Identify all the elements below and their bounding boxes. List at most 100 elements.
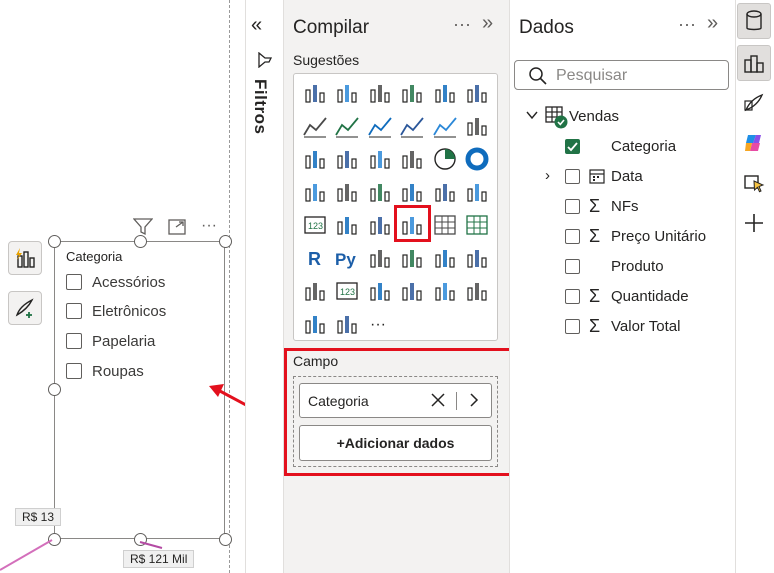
python-visual-icon[interactable]: Py xyxy=(334,245,360,271)
area-chart-icon[interactable] xyxy=(334,113,360,139)
line-column-icon[interactable] xyxy=(432,113,458,139)
more-visuals-icon[interactable] xyxy=(464,278,490,304)
shape-map-icon[interactable] xyxy=(399,179,425,205)
qa-icon[interactable] xyxy=(432,245,458,271)
goals-icon[interactable] xyxy=(302,278,328,304)
more-options-icon[interactable]: ··· xyxy=(453,14,471,35)
field-name[interactable]: Valor Total xyxy=(611,315,681,337)
field-name[interactable]: Preço Unitário xyxy=(611,225,706,247)
stacked-bar-icon[interactable] xyxy=(302,80,328,106)
copilot-button[interactable] xyxy=(737,125,771,161)
resize-handle-bottom-right[interactable] xyxy=(219,533,232,546)
chevron-right-icon[interactable] xyxy=(467,391,481,409)
field-checkbox[interactable] xyxy=(565,319,580,334)
selected-visual-highlight xyxy=(394,205,431,242)
checkbox[interactable] xyxy=(66,274,82,290)
filled-map-icon[interactable] xyxy=(367,179,393,205)
format-icon xyxy=(744,93,764,112)
checkbox[interactable] xyxy=(66,303,82,319)
chevron-right-icon[interactable]: › xyxy=(545,167,550,184)
format-pane-button[interactable] xyxy=(737,85,771,121)
checkbox[interactable] xyxy=(66,363,82,379)
pie-chart-icon[interactable] xyxy=(432,146,458,172)
card-icon[interactable]: 123 xyxy=(302,212,328,238)
filters-label[interactable]: Filtros xyxy=(250,79,270,134)
paginated-report-icon[interactable]: 123 xyxy=(334,278,360,304)
focus-mode-icon[interactable] xyxy=(168,219,186,235)
field-pill-categoria[interactable]: Categoria xyxy=(299,383,492,418)
search-input[interactable]: Pesquisar xyxy=(514,60,729,90)
funnel-icon[interactable] xyxy=(367,146,393,172)
map-icon[interactable] xyxy=(334,179,360,205)
field-checkbox[interactable] xyxy=(565,139,580,154)
ellipsis-icon[interactable]: ··· xyxy=(367,311,393,337)
field-name[interactable]: Categoria xyxy=(611,135,676,157)
slicer-item-roupas[interactable]: Roupas xyxy=(66,361,144,381)
resize-handle-left[interactable] xyxy=(48,383,61,396)
waterfall-icon[interactable] xyxy=(334,146,360,172)
ribbon-combo-icon[interactable] xyxy=(464,113,490,139)
table-name[interactable]: Vendas xyxy=(569,105,619,127)
power-apps-icon[interactable] xyxy=(367,278,393,304)
format-visual-button[interactable] xyxy=(8,291,42,325)
more-options-icon[interactable]: ··· xyxy=(678,14,696,35)
field-checkbox[interactable] xyxy=(565,199,580,214)
column-100-icon[interactable] xyxy=(464,80,490,106)
matrix-icon[interactable] xyxy=(464,212,490,238)
kpi-icon[interactable] xyxy=(367,212,393,238)
key-influencers-icon[interactable] xyxy=(367,245,393,271)
stacked-area-icon[interactable] xyxy=(367,113,393,139)
ribbon-chart-icon[interactable] xyxy=(302,146,328,172)
field-name[interactable]: Quantidade xyxy=(611,285,689,307)
line-chart-icon[interactable] xyxy=(302,113,328,139)
field-checkbox[interactable] xyxy=(565,169,580,184)
clustered-column-icon[interactable] xyxy=(399,80,425,106)
collapse-pane-icon[interactable]: » xyxy=(707,12,718,35)
field-checkbox[interactable] xyxy=(565,229,580,244)
resize-handle-top-right[interactable] xyxy=(219,235,232,248)
power-automate-icon[interactable] xyxy=(399,278,425,304)
decomposition-tree-icon[interactable] xyxy=(399,245,425,271)
filter-icon[interactable] xyxy=(133,218,153,236)
more-options-icon[interactable]: ··· xyxy=(201,217,217,235)
multi-row-card-icon[interactable] xyxy=(334,212,360,238)
field-name[interactable]: Data xyxy=(611,165,643,187)
stacked-column-icon[interactable] xyxy=(432,80,458,106)
resize-handle-top-left[interactable] xyxy=(48,235,61,248)
field-name[interactable]: Produto xyxy=(611,255,664,277)
donut-chart-icon[interactable] xyxy=(464,146,490,172)
checkbox[interactable] xyxy=(66,333,82,349)
azure-map-icon[interactable] xyxy=(432,179,458,205)
r-visual-icon[interactable]: R xyxy=(302,245,328,271)
selection-pane-button[interactable] xyxy=(737,165,771,201)
slicer-item-eletronicos[interactable]: Eletrônicos xyxy=(66,301,166,321)
slicer-item-papelaria[interactable]: Papelaria xyxy=(66,331,155,351)
chevron-down-icon[interactable] xyxy=(525,108,539,122)
data-pane-button[interactable] xyxy=(737,3,771,39)
narrative-icon[interactable] xyxy=(464,245,490,271)
stacked-bar-100-icon[interactable] xyxy=(367,80,393,106)
treemap-icon[interactable] xyxy=(302,179,328,205)
gauge-icon[interactable] xyxy=(464,179,490,205)
field-checkbox[interactable] xyxy=(565,289,580,304)
table-icon[interactable] xyxy=(432,212,458,238)
app-icon[interactable] xyxy=(302,311,328,337)
expand-filters-icon[interactable]: « xyxy=(251,14,262,37)
slicer-item-acessorios[interactable]: Acessórios xyxy=(66,272,165,292)
add-pane-button[interactable] xyxy=(737,205,771,241)
build-icon xyxy=(744,55,764,73)
clustered-bar-icon[interactable] xyxy=(334,80,360,106)
field-checkbox[interactable] xyxy=(565,259,580,274)
build-pane-button[interactable] xyxy=(737,45,771,81)
resize-handle-top[interactable] xyxy=(134,235,147,248)
add-data-button[interactable]: +Adicionar dados xyxy=(299,425,492,461)
scatter-icon[interactable] xyxy=(399,146,425,172)
remove-field-icon[interactable] xyxy=(429,391,447,409)
field-name[interactable]: NFs xyxy=(611,195,639,217)
collapse-pane-icon[interactable]: » xyxy=(482,12,493,35)
report-canvas[interactable]: ··· Categoria Acessórios Eletrônicos Pap… xyxy=(0,0,245,573)
line-area-icon[interactable] xyxy=(399,113,425,139)
arrow-visual-icon[interactable] xyxy=(334,311,360,337)
button-slicer-icon[interactable] xyxy=(432,278,458,304)
build-visual-button[interactable] xyxy=(8,241,42,275)
